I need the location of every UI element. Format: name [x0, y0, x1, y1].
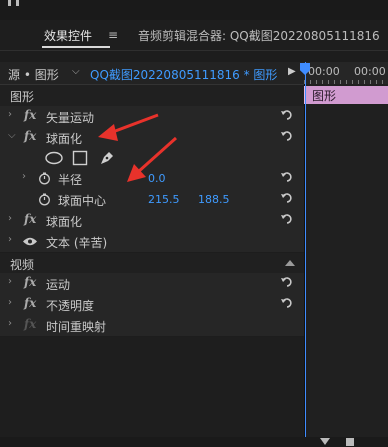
- annotation-arrow-1-line: [109, 113, 159, 135]
- annotation-arrow-1-head: [98, 124, 118, 141]
- annotation-arrows: [98, 113, 178, 182]
- annotation-arrow-2-line: [136, 136, 178, 174]
